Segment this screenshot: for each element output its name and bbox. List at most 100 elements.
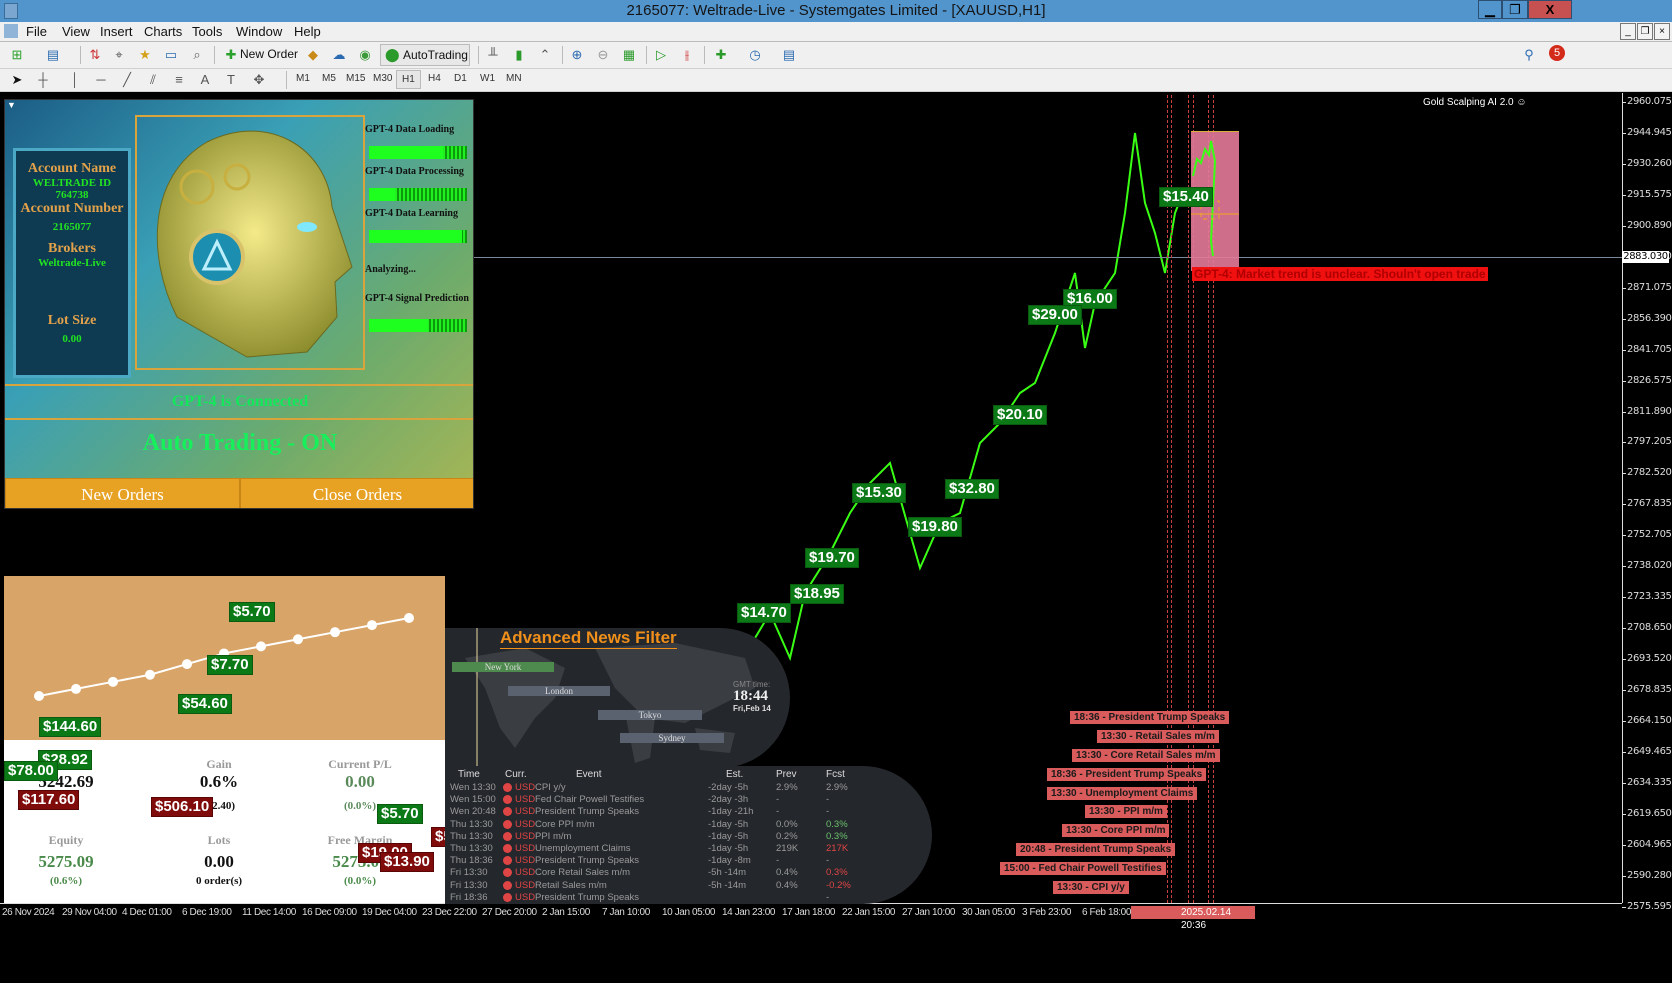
news-event-flag[interactable]: 13:30 - PPI m/m (1085, 805, 1167, 818)
terminal-icon[interactable]: ▭ (162, 46, 180, 64)
equidistant-channel-icon[interactable]: ⫽ (144, 71, 162, 89)
x-tick: 10 Jan 05:00 (662, 907, 716, 918)
profiles-icon[interactable]: ▤ (44, 46, 62, 64)
navigator-icon[interactable]: ★ (136, 46, 154, 64)
news-row[interactable]: Thu 13:30 USD Unemployment Claims -1day -5h… (445, 843, 925, 855)
timeframe-m1[interactable]: M1 (296, 73, 310, 84)
arrows-icon[interactable]: ✥ (250, 71, 268, 89)
timeframe-m5[interactable]: M5 (322, 73, 336, 84)
timeframe-m15[interactable]: M15 (346, 73, 365, 84)
chart-restore-button[interactable]: ❐ (1637, 23, 1653, 40)
line-chart-icon[interactable]: ⌃ (536, 46, 554, 64)
smiley-icon: ☺ (1516, 97, 1527, 108)
menu-view[interactable]: View (62, 24, 90, 39)
market-watch-icon[interactable]: ⇅ (86, 46, 104, 64)
text-label-icon[interactable]: T (222, 71, 240, 89)
candlestick-icon[interactable]: ▮ (510, 46, 528, 64)
news-event-flag[interactable]: 13:30 - Core Retail Sales m/m (1072, 749, 1220, 762)
metaeditor-icon[interactable]: ◆ (304, 46, 322, 64)
x-tick: 7 Jan 10:00 (602, 907, 650, 918)
impact-dot-icon (503, 783, 512, 792)
cursor-icon[interactable]: ➤ (8, 71, 26, 89)
news-row[interactable]: Thu 18:36 USD President Trump Speaks -1day … (445, 855, 925, 867)
indicators-icon[interactable]: ✚ (712, 46, 730, 64)
tile-windows-icon[interactable]: ▦ (620, 46, 638, 64)
news-event-flag[interactable]: 20:48 - President Trump Speaks (1016, 843, 1176, 856)
news-event-flag[interactable]: 13:30 - Unemployment Claims (1047, 787, 1198, 800)
minimize-button[interactable]: ▁ (1478, 0, 1502, 19)
bar-chart-icon[interactable]: ╨ (484, 46, 502, 64)
restore-button[interactable]: ❐ (1502, 0, 1528, 19)
news-currency: USD (515, 891, 536, 903)
new-order-icon[interactable]: ✚ (222, 46, 240, 64)
news-row[interactable]: Wen 15:00 USD Fed Chair Powell Testifies -2… (445, 794, 925, 806)
menu-charts[interactable]: Charts (144, 24, 182, 39)
news-event-flag[interactable]: 18:36 - President Trump Speaks (1047, 768, 1207, 781)
menu-tools[interactable]: Tools (192, 24, 222, 39)
trade-label: $18.95 (790, 584, 844, 604)
y-tick: 2693.520 (1622, 653, 1672, 665)
collapse-icon[interactable]: ▼ (7, 100, 16, 110)
crosshair-navigator-icon[interactable]: ⌖ (110, 46, 128, 64)
news-event-flag[interactable]: 18:36 - President Trump Speaks (1070, 711, 1230, 724)
news-row[interactable]: Fri 13:30 USD Retail Sales m/m -5h -14m 0.4%… (445, 880, 925, 892)
menu-insert[interactable]: Insert (100, 24, 133, 39)
timeframe-h1[interactable]: H1 (396, 70, 421, 89)
news-row[interactable]: Wen 13:30 USD CPI y/y -2day -5h 2.9% 2.9% (445, 782, 925, 794)
strategy-tester-icon[interactable]: ⌕ (188, 46, 206, 64)
crosshair-icon[interactable]: ┼ (34, 71, 52, 89)
menu-help[interactable]: Help (294, 24, 321, 39)
signals-icon[interactable]: ☁ (330, 46, 348, 64)
y-tick: 2944.945 (1622, 126, 1672, 138)
news-row[interactable]: Fri 13:30 USD Core Retail Sales m/m -5h -14… (445, 867, 925, 879)
news-event-flag[interactable]: 13:30 - Core PPI m/m (1062, 824, 1170, 837)
search-icon[interactable]: ⚲ (1520, 46, 1538, 64)
chart-close-button[interactable]: × (1654, 23, 1670, 40)
autotrading-button[interactable]: ⬤ AutoTrading (380, 44, 470, 66)
news-row[interactable]: Wen 20:48 USD President Trump Speaks -1day … (445, 806, 925, 818)
timeframe-h4[interactable]: H4 (428, 73, 441, 84)
new-orders-button[interactable]: New Orders (5, 478, 240, 508)
news-estimate: -2day -3h (708, 794, 749, 806)
chart-shift-icon[interactable]: ⫲ (678, 46, 696, 64)
news-row[interactable]: Thu 13:30 USD PPI m/m -1day -5h 0.2% 0.3% (445, 831, 925, 843)
templates-icon[interactable]: ▤ (780, 46, 798, 64)
periods-icon[interactable]: ◷ (746, 46, 764, 64)
new-chart-icon[interactable]: ⊞ (8, 46, 26, 64)
x-tick: 11 Dec 14:00 (242, 907, 296, 918)
news-event-flag[interactable]: 13:30 - CPI y/y (1053, 881, 1129, 894)
news-row[interactable]: Fri 18:36 USD President Trump Speaks - (445, 892, 925, 904)
equity-point (256, 641, 266, 652)
chart-menu-icon[interactable] (4, 24, 18, 38)
news-event-flag[interactable]: 13:30 - Retail Sales m/m (1097, 730, 1219, 743)
vertical-line-icon[interactable]: │ (66, 71, 84, 89)
timeframe-m30[interactable]: M30 (373, 73, 392, 84)
equity-point (404, 613, 414, 623)
market-icon[interactable]: ◉ (356, 46, 374, 64)
news-forecast: 0.3% (826, 818, 848, 830)
autoscroll-icon[interactable]: ▷ (652, 46, 670, 64)
menu-file[interactable]: File (26, 24, 47, 39)
fibonacci-icon[interactable]: ≡ (170, 71, 188, 89)
timeframe-mn[interactable]: MN (506, 73, 522, 84)
zoom-out-icon[interactable]: ⊖ (594, 46, 612, 64)
timeframe-d1[interactable]: D1 (454, 73, 467, 84)
gain-value: 0.6% (199, 772, 239, 791)
news-row[interactable]: Thu 13:30 USD Core PPI m/m -1day -5h 0.0% 0.3… (445, 819, 925, 831)
chart-minimize-button[interactable]: _ (1620, 23, 1636, 40)
text-icon[interactable]: A (196, 71, 214, 89)
timeframe-w1[interactable]: W1 (480, 73, 495, 84)
close-button[interactable]: X (1528, 0, 1572, 19)
news-forecast: - (826, 855, 830, 867)
menu-window[interactable]: Window (236, 24, 282, 39)
news-event-flag[interactable]: 15:00 - Fed Chair Powell Testifies (1000, 862, 1166, 875)
news-previous: 0.4% (776, 867, 798, 879)
notifications-badge[interactable]: 5 (1549, 45, 1565, 61)
horizontal-line-icon[interactable]: ─ (92, 71, 110, 89)
y-tick: 2797.205 (1622, 436, 1672, 448)
close-orders-button[interactable]: Close Orders (240, 478, 473, 508)
trendline-icon[interactable]: ╱ (118, 71, 136, 89)
zoom-in-icon[interactable]: ⊕ (568, 46, 586, 64)
new-order-button[interactable]: New Order (240, 47, 298, 61)
y-tick: 2678.835 (1622, 684, 1672, 696)
